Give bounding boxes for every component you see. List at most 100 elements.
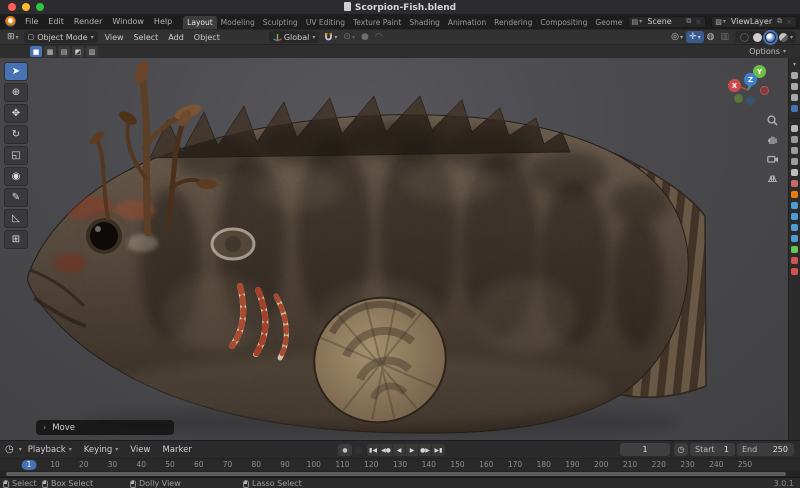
mode-subtract[interactable]: ▤	[58, 46, 70, 57]
outliner-item[interactable]	[791, 94, 798, 101]
prev-keyframe-button[interactable]: ◀●	[380, 444, 393, 456]
record-button[interactable]: ●	[338, 444, 352, 456]
workspace-tab[interactable]: Shading	[405, 16, 443, 29]
operator-panel-move[interactable]: › Move	[36, 420, 174, 435]
viewport-menu-item[interactable]: Add	[163, 33, 189, 42]
close-viewlayer-button[interactable]: ×	[784, 18, 794, 26]
shading-options-dropdown[interactable]: ▾	[790, 34, 793, 41]
properties-tab-tool[interactable]	[791, 125, 798, 132]
viewport-menu-item[interactable]: Select	[129, 33, 164, 42]
show-overlays-button[interactable]: ◍	[704, 32, 718, 42]
gizmo-axis-z-negative[interactable]	[746, 96, 755, 105]
properties-tab-physics[interactable]	[791, 224, 798, 231]
playback-menu[interactable]: Playback▾	[22, 445, 78, 455]
new-viewlayer-button[interactable]: ⧉	[775, 17, 784, 26]
pan-view-icon[interactable]	[766, 133, 779, 146]
shading-rendered-button[interactable]	[779, 33, 788, 42]
mode-invert[interactable]: ◩	[72, 46, 84, 57]
properties-tab-data[interactable]	[791, 246, 798, 253]
tool-add-cube[interactable]: ⊞	[4, 230, 28, 249]
workspace-tab[interactable]: Rendering	[490, 16, 536, 29]
properties-tab-texture[interactable]	[791, 268, 798, 275]
properties-tab-object[interactable]	[791, 191, 798, 198]
workspace-tab[interactable]: Sculpting	[259, 16, 302, 29]
object-type-visibility-button[interactable]: ◎▾	[668, 32, 686, 42]
timeline-editor-type-button[interactable]: ◷	[0, 444, 16, 455]
timeline-marker-menu[interactable]: Marker	[156, 445, 197, 455]
options-dropdown[interactable]: Options▾	[749, 47, 786, 56]
workspace-tab[interactable]: Animation	[444, 16, 490, 29]
camera-view-icon[interactable]	[766, 152, 779, 165]
timeline-view-menu[interactable]: View	[124, 445, 156, 455]
scene-selector[interactable]: ▤ ▾ Scene ⧉ ×	[628, 16, 707, 28]
auto-keying-set-button[interactable]	[355, 447, 362, 454]
jump-to-end-button[interactable]: ▶▮	[432, 444, 445, 456]
mode-extend[interactable]: ▦	[44, 46, 56, 57]
tool-scale[interactable]: ◱	[4, 146, 28, 165]
play-button[interactable]: ▶	[406, 444, 419, 456]
shading-wireframe-button[interactable]	[740, 33, 749, 42]
properties-tab-scene[interactable]	[791, 169, 798, 176]
menu-item[interactable]: Window	[107, 17, 149, 26]
proportional-falloff-button[interactable]: ◠	[372, 32, 386, 42]
shading-solid-button[interactable]	[753, 33, 762, 42]
timeline-ruler[interactable]: 1 10203040506070809010011012013014015016…	[0, 458, 800, 471]
gizmo-axis-z[interactable]: Z	[744, 73, 757, 86]
properties-tab-material[interactable]	[791, 257, 798, 264]
tool-cursor[interactable]: ⊕	[4, 83, 28, 102]
current-frame-field[interactable]: 1	[620, 443, 670, 456]
gizmo-axis-y-negative[interactable]	[734, 94, 743, 103]
3d-viewport[interactable]: ➤ ⊕ ✥ ↻ ◱ ◉ ✎ ◺ ⊞ X Y Z	[0, 58, 788, 440]
tool-move[interactable]: ✥	[4, 104, 28, 123]
navigation-gizmo[interactable]: X Y Z	[726, 64, 772, 110]
viewlayer-selector[interactable]: ▧ ▾ ViewLayer ⧉ ×	[711, 16, 797, 28]
menu-item[interactable]: Help	[149, 17, 177, 26]
new-scene-button[interactable]: ⧉	[684, 17, 693, 26]
frame-start-field[interactable]: Start1	[690, 443, 735, 456]
tool-rotate[interactable]: ↻	[4, 125, 28, 144]
perspective-toggle-icon[interactable]	[766, 171, 779, 184]
workspace-tab[interactable]: Modeling	[217, 16, 259, 29]
workspace-tab[interactable]: Geometry Nodes	[591, 16, 622, 29]
play-reverse-button[interactable]: ◀	[393, 444, 406, 456]
properties-tab-output[interactable]	[791, 147, 798, 154]
next-keyframe-button[interactable]: ●▶	[419, 444, 432, 456]
menu-item[interactable]: Edit	[43, 17, 69, 26]
mode-intersect[interactable]: ▨	[86, 46, 98, 57]
workspace-tab[interactable]: UV Editing	[302, 16, 349, 29]
workspace-tab[interactable]: Texture Paint	[349, 16, 405, 29]
viewport-menu-item[interactable]: View	[100, 33, 129, 42]
tool-annotate[interactable]: ✎	[4, 188, 28, 207]
horizontal-scrollbar[interactable]	[6, 472, 786, 476]
snap-target-button[interactable]: ▾	[321, 32, 340, 42]
editor-type-button[interactable]: ⊞▾	[4, 32, 22, 42]
outliner-item[interactable]	[791, 72, 798, 79]
outliner-item-active[interactable]	[791, 105, 798, 112]
right-editor-strip[interactable]: ▾	[788, 58, 800, 440]
properties-tab-modifiers[interactable]	[791, 202, 798, 209]
toggle-xray-button[interactable]: ▥	[717, 32, 732, 42]
close-scene-button[interactable]: ×	[693, 18, 703, 26]
tool-select-box[interactable]: ➤	[4, 62, 28, 81]
properties-tab-particles[interactable]	[791, 213, 798, 220]
outliner-item[interactable]	[791, 83, 798, 90]
blender-logo-icon[interactable]	[5, 16, 16, 27]
mode-dropdown[interactable]: ▢ Object Mode▾	[24, 31, 98, 43]
editor-type-chevron-icon[interactable]: ▾	[793, 61, 796, 68]
proportional-editing-button[interactable]: ●	[358, 32, 372, 42]
tool-measure[interactable]: ◺	[4, 209, 28, 228]
use-preview-range-button[interactable]: ◷	[674, 443, 688, 456]
gizmo-axis-x[interactable]: X	[728, 79, 741, 92]
tool-transform[interactable]: ◉	[4, 167, 28, 186]
properties-tab-world[interactable]	[791, 180, 798, 187]
zoom-view-icon[interactable]	[766, 114, 779, 127]
playhead-badge[interactable]: 1	[22, 460, 37, 470]
properties-tab-viewlayer[interactable]	[791, 158, 798, 165]
snap-toggle-button[interactable]: ⊙▾	[340, 32, 358, 42]
gizmo-axis-x-negative[interactable]	[760, 86, 769, 95]
transform-orientation-dropdown[interactable]: Global▾	[269, 31, 320, 43]
properties-tab-render[interactable]	[791, 136, 798, 143]
shading-material-preview-button[interactable]	[766, 33, 775, 42]
menu-item[interactable]: Render	[69, 17, 107, 26]
scorpion-fish-model[interactable]	[0, 58, 788, 440]
